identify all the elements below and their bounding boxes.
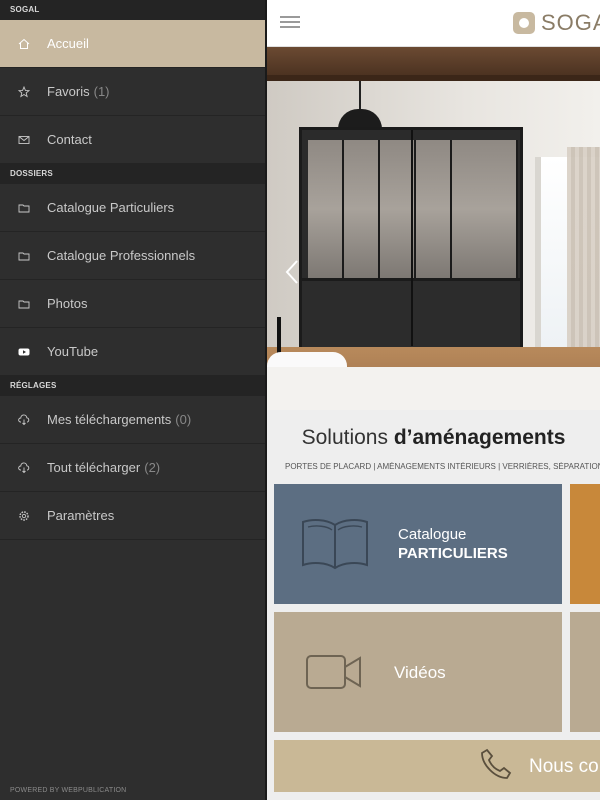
- section-header-dossiers: DOSSIERS: [0, 164, 265, 184]
- drawer-item-catalogue-professionnels[interactable]: Catalogue Professionnels: [0, 232, 265, 280]
- wardrobe-image: [299, 127, 523, 349]
- drawer-item-mes-telechargements[interactable]: Mes téléchargements (0): [0, 396, 265, 444]
- drawer-item-contact[interactable]: Contact: [0, 116, 265, 164]
- video-camera-icon: [304, 653, 364, 691]
- drawer-item-label: Favoris: [47, 84, 90, 99]
- headline-bold: d’aménagements: [393, 426, 566, 449]
- drawer-item-favoris[interactable]: Favoris (1): [0, 68, 265, 116]
- sogal-logo: SOGAL: [513, 8, 600, 38]
- tile-videos[interactable]: Vidéos: [274, 612, 562, 732]
- hero-beam: [267, 47, 600, 77]
- lamp-cord: [359, 81, 361, 111]
- drawer-item-parametres[interactable]: Paramètres: [0, 492, 265, 540]
- star-icon: [0, 85, 47, 98]
- folder-icon: [0, 250, 47, 262]
- hero-bed: [267, 367, 600, 410]
- tile-catalogue-particuliers[interactable]: Catalogue PARTICULIERS: [274, 484, 562, 604]
- cloud-download-icon: [0, 414, 47, 426]
- tile-label: Catalogue PARTICULIERS: [398, 525, 508, 563]
- drawer-item-accueil[interactable]: Accueil: [0, 20, 265, 68]
- tile-contact[interactable]: Nous con: [274, 740, 600, 792]
- section-header-reglages: RÉGLAGES: [0, 376, 265, 396]
- tile-label: Vidéos: [394, 662, 446, 682]
- drawer-item-label: Paramètres: [47, 508, 115, 523]
- drawer-item-catalogue-particuliers[interactable]: Catalogue Particuliers: [0, 184, 265, 232]
- drawer-item-label: Accueil: [47, 36, 89, 51]
- carousel-prev-icon[interactable]: [285, 259, 299, 285]
- phone-icon: [479, 747, 513, 786]
- tile-line2: PARTICULIERS: [398, 545, 508, 562]
- cloud-download-icon: [0, 462, 47, 474]
- glass-pane: [344, 140, 380, 278]
- logo-mark-icon: [513, 12, 535, 34]
- hero-beam-edge: [267, 75, 600, 81]
- hamburger-menu-icon[interactable]: [280, 16, 300, 30]
- downloads-count: (0): [175, 412, 192, 427]
- hero-image-carousel[interactable]: [267, 47, 600, 410]
- drawer-item-label: Mes téléchargements: [47, 412, 172, 427]
- tile-line1: Catalogue: [398, 526, 467, 543]
- headline-normal: Solutions: [301, 426, 394, 449]
- tile-label: Nous con: [529, 755, 600, 777]
- top-bar: SOGAL: [267, 0, 600, 47]
- youtube-icon: [0, 346, 47, 358]
- home-icon: [0, 38, 47, 50]
- drawer-item-label: Photos: [47, 296, 88, 311]
- page-headline: Solutions d’aménagements: [267, 410, 600, 468]
- glass-pane: [482, 140, 518, 278]
- drawer-item-label: Contact: [47, 132, 92, 147]
- hero-curtain: [567, 147, 600, 352]
- drawer-item-label: YouTube: [47, 344, 99, 359]
- drawer-item-label: Tout télécharger: [47, 460, 141, 475]
- mail-icon: [0, 134, 47, 146]
- folder-icon: [0, 298, 47, 310]
- download-all-count: (2): [144, 460, 161, 475]
- logo-text: SOGAL: [541, 10, 600, 35]
- book-icon: [300, 515, 370, 573]
- glass-pane: [308, 140, 344, 278]
- powered-by-footer: POWERED BY WEBPUBLICATION: [10, 787, 127, 794]
- navigation-drawer: SOGAL Accueil Favoris (1) Contact DOSSIE…: [0, 0, 265, 800]
- favorites-count: (1): [93, 84, 110, 99]
- section-header-sogal: SOGAL: [0, 0, 265, 20]
- drawer-item-tout-telecharger[interactable]: Tout télécharger (2): [0, 444, 265, 492]
- glass-pane: [416, 140, 452, 278]
- door-split: [411, 130, 413, 346]
- category-subnav[interactable]: PORTES DE PLACARD | AMÉNAGEMENTS INTÉRIE…: [267, 462, 600, 471]
- folder-icon: [0, 202, 47, 214]
- drawer-item-label: Catalogue Professionnels: [47, 248, 196, 263]
- drawer-item-photos[interactable]: Photos: [0, 280, 265, 328]
- gear-icon: [0, 510, 47, 522]
- drawer-item-label: Catalogue Particuliers: [47, 200, 175, 215]
- drawer-item-youtube[interactable]: YouTube: [0, 328, 265, 376]
